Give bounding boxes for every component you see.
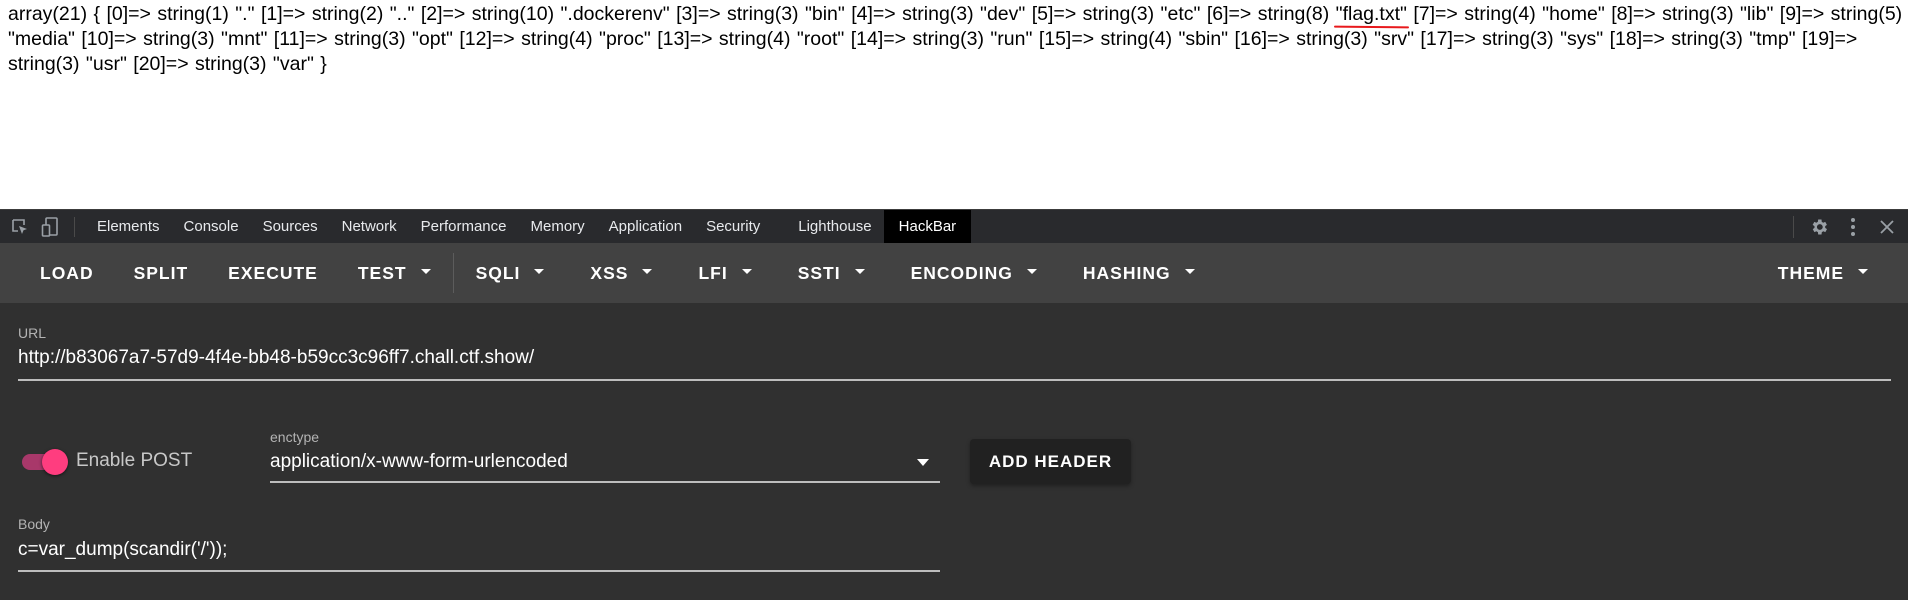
encoding-label: ENCODING [910, 262, 1013, 283]
hashing-menu-button[interactable]: HASHING [1057, 243, 1215, 303]
highlighted-flag-filename: "flag.txt" [1335, 3, 1407, 25]
page-output: array(21) { [0]=> string(1) "." [1]=> st… [8, 2, 1903, 77]
close-icon[interactable] [1874, 210, 1900, 244]
hackbar-toolbar: LOAD SPLIT EXECUTE TEST SQLI XSS LFI SST… [0, 243, 1908, 303]
caret-down-icon [854, 268, 865, 274]
url-input[interactable]: http://b83067a7-57d9-4f4e-bb48-b59cc3c96… [18, 347, 1891, 369]
output-text-before: array(21) { [0]=> string(1) "." [1]=> st… [8, 3, 1336, 25]
url-label: URL [18, 325, 47, 341]
caret-down-icon [534, 268, 545, 274]
enable-post-toggle[interactable] [20, 449, 68, 475]
execute-label: EXECUTE [228, 262, 318, 283]
tab-network[interactable]: Network [330, 210, 409, 244]
tabbar-divider [74, 216, 75, 237]
settings-gear-icon[interactable] [1806, 210, 1832, 244]
ssti-menu-button[interactable]: SSTI [772, 243, 885, 303]
split-button[interactable]: SPLIT [114, 243, 209, 303]
ssti-label: SSTI [797, 262, 841, 283]
caret-down-icon [1858, 268, 1868, 274]
caret-down-icon [741, 268, 752, 274]
devtools-panel: Elements Console Sources Network Perform… [0, 209, 1908, 600]
more-options-icon[interactable] [1840, 210, 1866, 244]
toggle-thumb [42, 449, 68, 475]
tab-memory[interactable]: Memory [519, 210, 597, 244]
caret-down-icon [420, 268, 431, 274]
tab-console[interactable]: Console [172, 210, 251, 244]
enctype-select-underline [270, 481, 940, 483]
enable-post-label: Enable POST [76, 450, 193, 471]
test-label: TEST [357, 262, 407, 283]
body-label: Body [18, 516, 50, 532]
xss-menu-button[interactable]: XSS [564, 243, 672, 303]
inspect-element-icon[interactable] [10, 217, 30, 237]
tab-elements[interactable]: Elements [85, 210, 172, 244]
url-input-underline [18, 379, 1891, 381]
tab-hackbar[interactable]: HackBar [883, 209, 972, 244]
test-menu-button[interactable]: TEST [338, 243, 451, 303]
caret-down-icon [1184, 268, 1195, 274]
tab-sources[interactable]: Sources [251, 210, 330, 244]
toolbar-divider [452, 253, 454, 293]
tab-performance[interactable]: Performance [409, 210, 519, 244]
sqli-label: SQLI [475, 262, 521, 283]
caret-down-icon [1026, 268, 1037, 274]
split-label: SPLIT [133, 262, 189, 283]
body-input[interactable]: c=var_dump(scandir('/')); [18, 539, 940, 561]
devtools-tabbar: Elements Console Sources Network Perform… [0, 209, 1908, 244]
enctype-select[interactable]: application/x-www-form-urlencoded [270, 451, 940, 473]
encoding-menu-button[interactable]: ENCODING [885, 243, 1057, 303]
lfi-label: LFI [698, 262, 728, 283]
device-toolbar-icon[interactable] [40, 216, 60, 237]
sqli-menu-button[interactable]: SQLI [456, 243, 565, 303]
add-header-button[interactable]: ADD HEADER [970, 439, 1131, 484]
enctype-label: enctype [270, 429, 320, 445]
tab-application[interactable]: Application [597, 210, 694, 244]
tab-security[interactable]: Security [694, 210, 772, 244]
tab-lighthouse[interactable]: Lighthouse [786, 210, 883, 244]
caret-down-icon [642, 268, 653, 274]
tabbar-right-controls [1793, 210, 1908, 244]
xss-label: XSS [590, 262, 629, 283]
hashing-label: HASHING [1082, 262, 1171, 283]
tabbar-right-divider [1793, 216, 1794, 238]
select-caret-down-icon[interactable] [917, 459, 929, 466]
lfi-menu-button[interactable]: LFI [672, 243, 771, 303]
load-button[interactable]: LOAD [0, 243, 114, 303]
execute-button[interactable]: EXECUTE [208, 243, 338, 303]
load-label: LOAD [40, 262, 94, 283]
theme-menu-button[interactable]: THEME [1758, 243, 1888, 303]
theme-label: THEME [1777, 262, 1844, 283]
body-input-underline [18, 570, 940, 572]
